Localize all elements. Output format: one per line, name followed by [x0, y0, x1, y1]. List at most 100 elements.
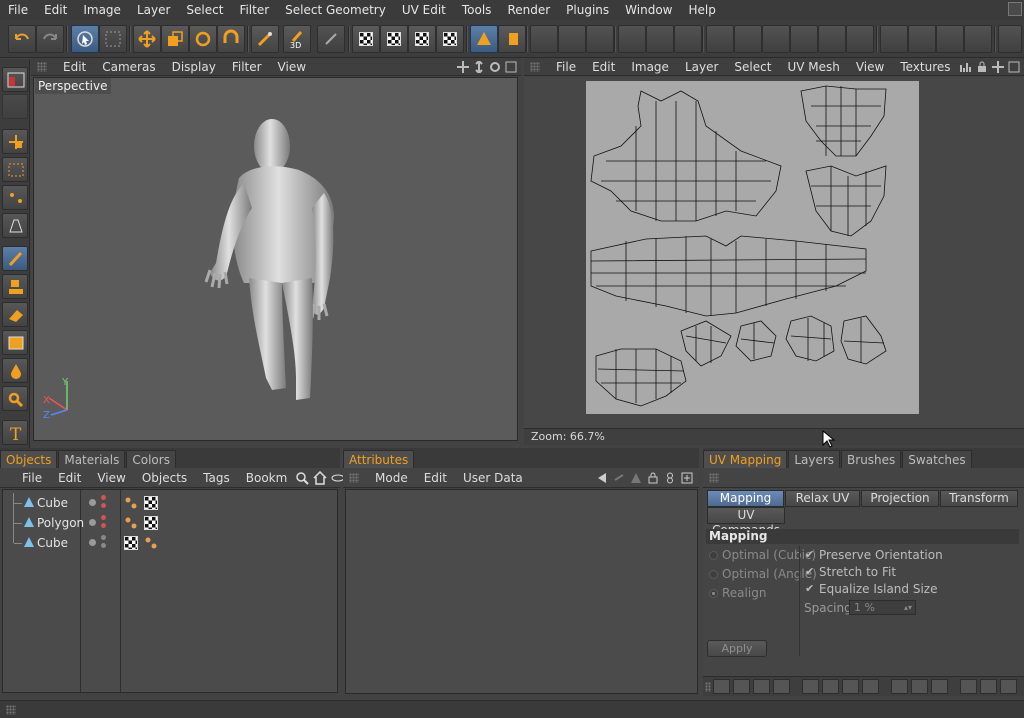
uvw-tag-icon[interactable] [124, 516, 138, 530]
menu-uv-edit[interactable]: UV Edit [394, 0, 454, 20]
selection-lock-button[interactable] [99, 25, 127, 53]
uv-command-icon[interactable] [891, 679, 908, 694]
tool-n-button[interactable] [908, 25, 936, 53]
uv-command-icon[interactable] [980, 679, 997, 694]
maximize-icon[interactable] [505, 61, 517, 73]
editor-dot[interactable] [101, 523, 106, 528]
model-mode-button[interactable] [2, 94, 28, 119]
menu-image[interactable]: Image [75, 0, 129, 20]
tool-c-button[interactable] [586, 25, 614, 53]
rotate-button[interactable] [189, 25, 217, 53]
window-restore-button[interactable] [1008, 2, 1022, 16]
editor-dot[interactable] [101, 543, 106, 548]
uv-menu-file[interactable]: File [548, 60, 584, 74]
uvw-tag-icon[interactable] [144, 536, 158, 550]
grip-icon[interactable] [530, 61, 540, 72]
uv-command-icon[interactable] [842, 679, 859, 694]
3d-paint-button[interactable]: 3D [283, 25, 311, 53]
dolly-icon[interactable] [473, 60, 485, 73]
texture-tag-icon[interactable] [144, 496, 158, 510]
menu-window[interactable]: Window [617, 0, 680, 20]
magnet-button[interactable] [217, 25, 245, 53]
uv-command-icon[interactable] [713, 679, 730, 694]
visibility-dot[interactable] [89, 519, 96, 526]
menu-file[interactable]: File [0, 0, 36, 20]
chain-icon[interactable] [664, 472, 676, 484]
uv-command-icon[interactable] [911, 679, 928, 694]
render-dot[interactable] [101, 515, 106, 520]
zoom-button[interactable] [2, 386, 28, 411]
up-arrow-icon[interactable] [630, 472, 642, 484]
scale-button[interactable] [161, 25, 189, 53]
apply-button[interactable]: Apply [707, 640, 767, 657]
live-selection-button[interactable] [71, 25, 99, 53]
texture-tag-icon[interactable] [144, 516, 158, 530]
objects-menu-tags[interactable]: Tags [195, 471, 238, 485]
uv-polygon-mode-button[interactable] [470, 25, 498, 53]
uv-menu-view[interactable]: View [848, 60, 892, 74]
object-row[interactable]: Cube [3, 533, 339, 553]
grip-icon[interactable] [6, 705, 16, 715]
objects-menu-file[interactable]: File [14, 471, 50, 485]
checkmark-icon[interactable]: ✔ [805, 548, 814, 561]
paint-button[interactable] [251, 25, 279, 53]
menu-render[interactable]: Render [499, 0, 558, 20]
home-icon[interactable] [313, 470, 327, 485]
objects-menu-edit[interactable]: Edit [50, 471, 89, 485]
viewport-menu-view[interactable]: View [270, 60, 314, 74]
viewport-menu-filter[interactable]: Filter [224, 60, 270, 74]
editor-dot[interactable] [101, 503, 106, 508]
objects-menu-view[interactable]: View [89, 471, 133, 485]
visibility-dot[interactable] [89, 539, 96, 546]
subtab-transform[interactable]: Transform [940, 490, 1018, 507]
uv-menu-select[interactable]: Select [726, 60, 779, 74]
tool-e-button[interactable] [646, 25, 674, 53]
objects-menu-objects[interactable]: Objects [134, 471, 195, 485]
uv-command-icon[interactable] [773, 679, 790, 694]
pan-icon[interactable] [992, 60, 1004, 73]
radio-optimal-cubic[interactable] [709, 551, 718, 560]
viewport-menu-display[interactable]: Display [164, 60, 224, 74]
text-tool-button[interactable]: T [2, 420, 28, 445]
layout-button[interactable] [2, 67, 28, 92]
uv-command-icon[interactable] [862, 679, 879, 694]
new-window-icon[interactable] [681, 472, 693, 484]
redo-button[interactable] [36, 25, 64, 53]
axis-button[interactable] [2, 129, 28, 154]
tool-h-button[interactable] [734, 25, 762, 53]
gradient-button[interactable] [2, 330, 28, 355]
attributes-menu-edit[interactable]: Edit [416, 471, 455, 485]
uv-point-mode-button[interactable] [498, 25, 526, 53]
maximize-icon[interactable] [1008, 61, 1020, 73]
lock-icon[interactable] [647, 472, 659, 484]
tool-i-button[interactable] [762, 25, 790, 53]
render-dot[interactable] [101, 495, 106, 500]
uv-command-icon[interactable] [733, 679, 750, 694]
tab-uv-mapping[interactable]: UV Mapping [703, 450, 788, 468]
stepper-icon[interactable]: ▴▾ [904, 601, 912, 614]
tab-attributes[interactable]: Attributes [343, 450, 415, 468]
pan-icon[interactable] [457, 60, 469, 73]
tool-d-button[interactable] [618, 25, 646, 53]
menu-layer[interactable]: Layer [129, 0, 178, 20]
tool-b-button[interactable] [558, 25, 586, 53]
lock-icon[interactable] [976, 61, 988, 73]
tool-a-button[interactable] [530, 25, 558, 53]
uv-menu-layer[interactable]: Layer [677, 60, 726, 74]
tab-objects[interactable]: Objects [0, 450, 58, 468]
tool-m-button[interactable] [880, 25, 908, 53]
stamp-button[interactable] [2, 274, 28, 299]
menu-plugins[interactable]: Plugins [558, 0, 617, 20]
menu-tools[interactable]: Tools [454, 0, 500, 20]
back-arrow-icon[interactable] [596, 472, 608, 484]
rect-select-button[interactable] [2, 157, 28, 182]
tab-brushes[interactable]: Brushes [841, 450, 902, 468]
attributes-menu-mode[interactable]: Mode [367, 471, 416, 485]
render-dot[interactable] [101, 535, 106, 540]
tab-layers[interactable]: Layers [788, 450, 841, 468]
fill-button[interactable] [2, 358, 28, 383]
object-row[interactable]: Cube [3, 493, 339, 513]
uv-menu-edit[interactable]: Edit [584, 60, 623, 74]
texture-button[interactable] [317, 25, 345, 53]
menu-select[interactable]: Select [178, 0, 231, 20]
